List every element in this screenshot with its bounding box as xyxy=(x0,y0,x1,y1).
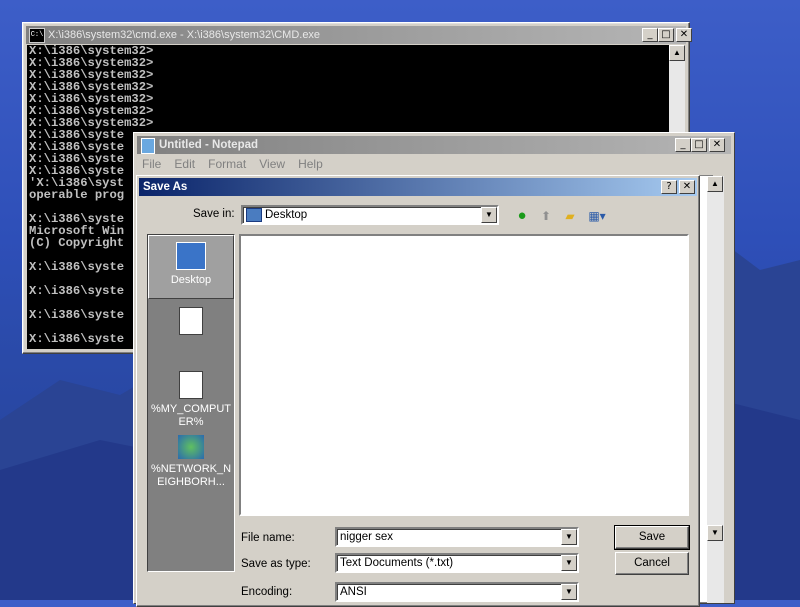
up-folder-icon[interactable]: ⬆ xyxy=(537,207,555,225)
notepad-close-button[interactable]: ✕ xyxy=(709,138,725,152)
notepad-maximize-button[interactable]: □ xyxy=(691,138,707,152)
save-in-dropdown[interactable]: Desktop ▼ xyxy=(241,205,499,225)
encoding-dropdown[interactable]: ANSI ▼ xyxy=(335,582,579,602)
save-as-dialog[interactable]: Save As ? ✕ Save in: Desktop ▼ ● ⬆ ▰ ▦▾ … xyxy=(136,175,700,607)
desktop-icon xyxy=(176,242,206,270)
places-network-label: %NETWORK_NEIGHBORH... xyxy=(150,463,232,488)
scroll-down-arrow[interactable]: ▼ xyxy=(707,525,723,541)
cancel-button[interactable]: Cancel xyxy=(615,552,689,575)
chevron-down-icon[interactable]: ▼ xyxy=(561,555,577,571)
file-name-label: File name: xyxy=(241,532,295,544)
places-documents[interactable] xyxy=(148,305,234,355)
places-network[interactable]: %NETWORK_NEIGHBORH... xyxy=(148,433,234,495)
document-icon xyxy=(179,307,203,335)
cmd-maximize-button[interactable]: □ xyxy=(658,28,674,42)
file-name-input[interactable]: nigger sex ▼ xyxy=(335,527,579,547)
back-icon[interactable]: ● xyxy=(513,207,531,225)
menu-file[interactable]: File xyxy=(137,155,166,174)
console-line: X:\i386\system32> xyxy=(29,116,154,130)
save-in-label: Save in: xyxy=(193,208,235,220)
views-menu-icon[interactable]: ▦▾ xyxy=(585,207,609,225)
help-button[interactable]: ? xyxy=(661,180,677,194)
save-button[interactable]: Save xyxy=(614,525,690,550)
places-my-computer-label: %MY_COMPUTER% xyxy=(150,403,232,428)
desktop-icon xyxy=(246,208,262,222)
dialog-title: Save As xyxy=(143,181,188,193)
notepad-icon xyxy=(141,138,155,154)
cmd-icon: C:\ xyxy=(29,28,45,43)
file-name-value: nigger sex xyxy=(340,531,394,543)
scroll-up-arrow[interactable]: ▲ xyxy=(669,45,685,61)
chevron-down-icon[interactable]: ▼ xyxy=(561,584,577,600)
places-my-computer[interactable]: %MY_COMPUTER% xyxy=(148,369,234,429)
save-in-value: Desktop xyxy=(265,209,308,221)
new-folder-icon[interactable]: ▰ xyxy=(561,207,579,225)
menu-edit[interactable]: Edit xyxy=(169,155,200,174)
encoding-value: ANSI xyxy=(340,586,367,598)
menu-format[interactable]: Format xyxy=(203,155,251,174)
chevron-down-icon[interactable]: ▼ xyxy=(561,529,577,545)
dialog-close-button[interactable]: ✕ xyxy=(679,180,695,194)
save-as-type-value: Text Documents (*.txt) xyxy=(340,557,454,569)
notepad-minimize-button[interactable]: _ xyxy=(675,138,691,152)
places-desktop-label: Desktop xyxy=(170,274,212,286)
scroll-up-arrow[interactable]: ▲ xyxy=(707,176,723,192)
places-bar: Desktop %MY_COMPUTER% %NETWORK_NEIGHBORH… xyxy=(147,234,235,572)
cmd-title: X:\i386\system32\cmd.exe - X:\i386\syste… xyxy=(48,29,321,41)
notepad-menubar: File Edit Format View Help xyxy=(137,155,731,174)
dialog-title-bar[interactable]: Save As ? ✕ xyxy=(139,178,697,196)
chevron-down-icon[interactable]: ▼ xyxy=(481,207,497,223)
places-desktop[interactable]: Desktop xyxy=(148,235,234,299)
notepad-title-bar[interactable]: Untitled - Notepad _ □ ✕ xyxy=(137,136,731,154)
menu-view[interactable]: View xyxy=(254,155,290,174)
notepad-title: Untitled - Notepad xyxy=(159,139,259,151)
network-icon xyxy=(178,435,204,459)
encoding-label: Encoding: xyxy=(241,586,293,598)
save-as-type-dropdown[interactable]: Text Documents (*.txt) ▼ xyxy=(335,553,579,573)
cmd-minimize-button[interactable]: _ xyxy=(642,28,658,42)
cmd-close-button[interactable]: ✕ xyxy=(676,28,692,42)
notepad-scrollbar[interactable]: ▲ ▼ xyxy=(707,176,724,603)
computer-icon xyxy=(179,371,203,399)
file-list[interactable] xyxy=(239,234,689,516)
menu-help[interactable]: Help xyxy=(293,155,328,174)
save-as-type-label: Save as type: xyxy=(241,558,311,570)
cmd-title-bar[interactable]: C:\ X:\i386\system32\cmd.exe - X:\i386\s… xyxy=(26,26,692,44)
